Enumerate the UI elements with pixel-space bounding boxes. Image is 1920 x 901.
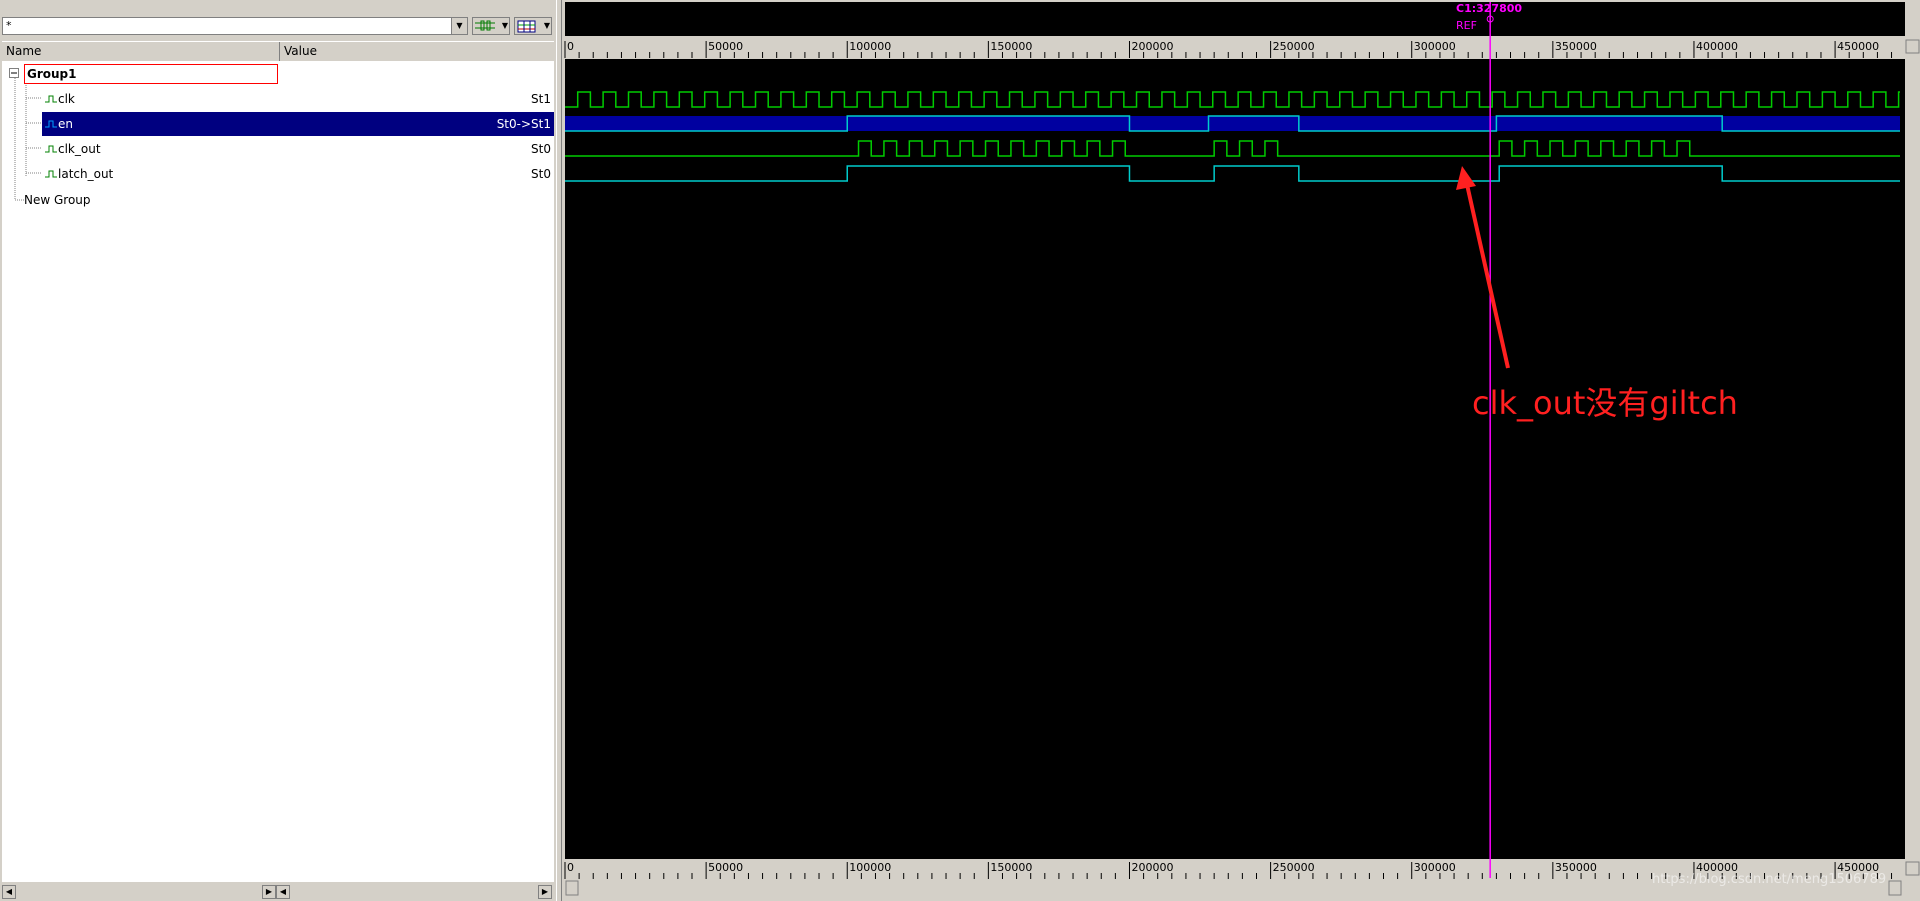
ruler-tick-label: 300000 [1414, 861, 1456, 874]
scroll-left-icon[interactable]: ◀ [276, 885, 290, 899]
ruler-tick-label: 350000 [1555, 40, 1597, 53]
signal-list-header: Name Value [2, 41, 554, 62]
group-name: Group1 [27, 67, 77, 81]
signal-name: clk_out [58, 142, 101, 156]
ruler-tick-label: 150000 [990, 861, 1032, 874]
ruler-tick-label: 250000 [1273, 40, 1315, 53]
scroll-left-icon[interactable]: ◀ [2, 885, 16, 899]
signal-row-en[interactable]: en St0->St1 [42, 112, 554, 136]
chevron-down-icon[interactable]: ▼ [451, 18, 467, 34]
signal-filter-value[interactable]: * [6, 19, 12, 32]
group-row-group1[interactable]: Group1 [24, 64, 278, 84]
signal-list-hscrollbar[interactable]: ◀ ▶ ◀ ▶ [0, 884, 556, 901]
cursor-header-area [565, 2, 1905, 36]
ruler-tick-label: 0 [567, 861, 574, 874]
waveform-icon [45, 95, 57, 103]
scroll-down-icon [1905, 861, 1920, 876]
signal-options-button[interactable]: ▼ [472, 17, 510, 35]
signal-value: St0 [531, 142, 551, 156]
reference-label: REF [1456, 19, 1477, 32]
signal-tree: Group1 clk St1 en St0->St1 clk_out St0 l… [2, 61, 554, 882]
signal-filter-combo[interactable]: * ▼ [2, 17, 468, 35]
ruler-tick-label: 150000 [990, 40, 1032, 53]
waveform-pane: 0 50000 100000 150000 200000 250000 300000 3500… [562, 0, 1920, 901]
column-header-name[interactable]: Name [2, 42, 280, 61]
waveform-area [565, 59, 1905, 859]
scroll-left-icon [565, 880, 579, 896]
ruler-tick-label: 350000 [1555, 861, 1597, 874]
signal-value: St0->St1 [496, 117, 551, 131]
waveform-icon [45, 170, 57, 178]
signal-value: St1 [531, 92, 551, 106]
signal-row-latch-out[interactable]: latch_out St0 [2, 162, 554, 186]
waveform-icon [45, 145, 57, 153]
signal-name: latch_out [58, 167, 114, 181]
ruler-tick-label: 450000 [1837, 40, 1879, 53]
scroll-right-icon[interactable]: ▶ [262, 885, 276, 899]
waveform-icon [45, 120, 57, 128]
waveform-vscrollbar [1905, 39, 1920, 879]
ruler-tick-label: 100000 [849, 861, 891, 874]
signal-value: St0 [531, 167, 551, 181]
ruler-tick-label: 300000 [1414, 40, 1456, 53]
ruler-tick-label: 50000 [708, 40, 743, 53]
new-group-label: New Group [24, 193, 91, 207]
ruler-tick-label: 100000 [849, 40, 891, 53]
waveform-en-bus [565, 116, 1900, 131]
signal-filter-icon [475, 20, 495, 31]
scroll-right-icon[interactable]: ▶ [538, 885, 552, 899]
grid-view-icon [517, 20, 536, 33]
chevron-down-icon: ▼ [543, 21, 550, 30]
chevron-down-icon: ▼ [501, 21, 508, 30]
ruler-tick-label: 250000 [1273, 861, 1315, 874]
scroll-up-icon [1905, 39, 1920, 54]
signal-row-clk[interactable]: clk St1 [2, 87, 554, 111]
waveform-canvas[interactable]: 0 50000 100000 150000 200000 250000 300000 3500… [562, 0, 1920, 901]
ruler-tick-label: 200000 [1131, 861, 1173, 874]
watermark-text: https://blog.csdn.net/meng1506789 [1652, 872, 1887, 887]
signal-name: en [58, 117, 73, 131]
signal-name: clk [58, 92, 75, 106]
ruler-tick-label: 50000 [708, 861, 743, 874]
signal-list-pane: * ▼ ▼ ▼ Name Value Group1 clk St1 en St0… [0, 0, 556, 901]
ruler-tick-label: 0 [567, 40, 574, 53]
scroll-right-icon [1888, 880, 1902, 896]
ruler-tick-label: 200000 [1131, 40, 1173, 53]
column-header-value[interactable]: Value [280, 42, 554, 61]
annotation-text: clk_out没有giltch [1472, 384, 1738, 422]
signal-row-clk-out[interactable]: clk_out St0 [2, 137, 554, 161]
new-group-row[interactable]: New Group [2, 188, 554, 212]
filter-toolbar: * ▼ ▼ ▼ [0, 16, 556, 38]
minus-box-icon[interactable] [9, 68, 20, 79]
ruler-tick-label: 400000 [1696, 40, 1738, 53]
cursor-label: C1:327800 [1456, 2, 1523, 15]
display-options-button[interactable]: ▼ [514, 17, 552, 35]
